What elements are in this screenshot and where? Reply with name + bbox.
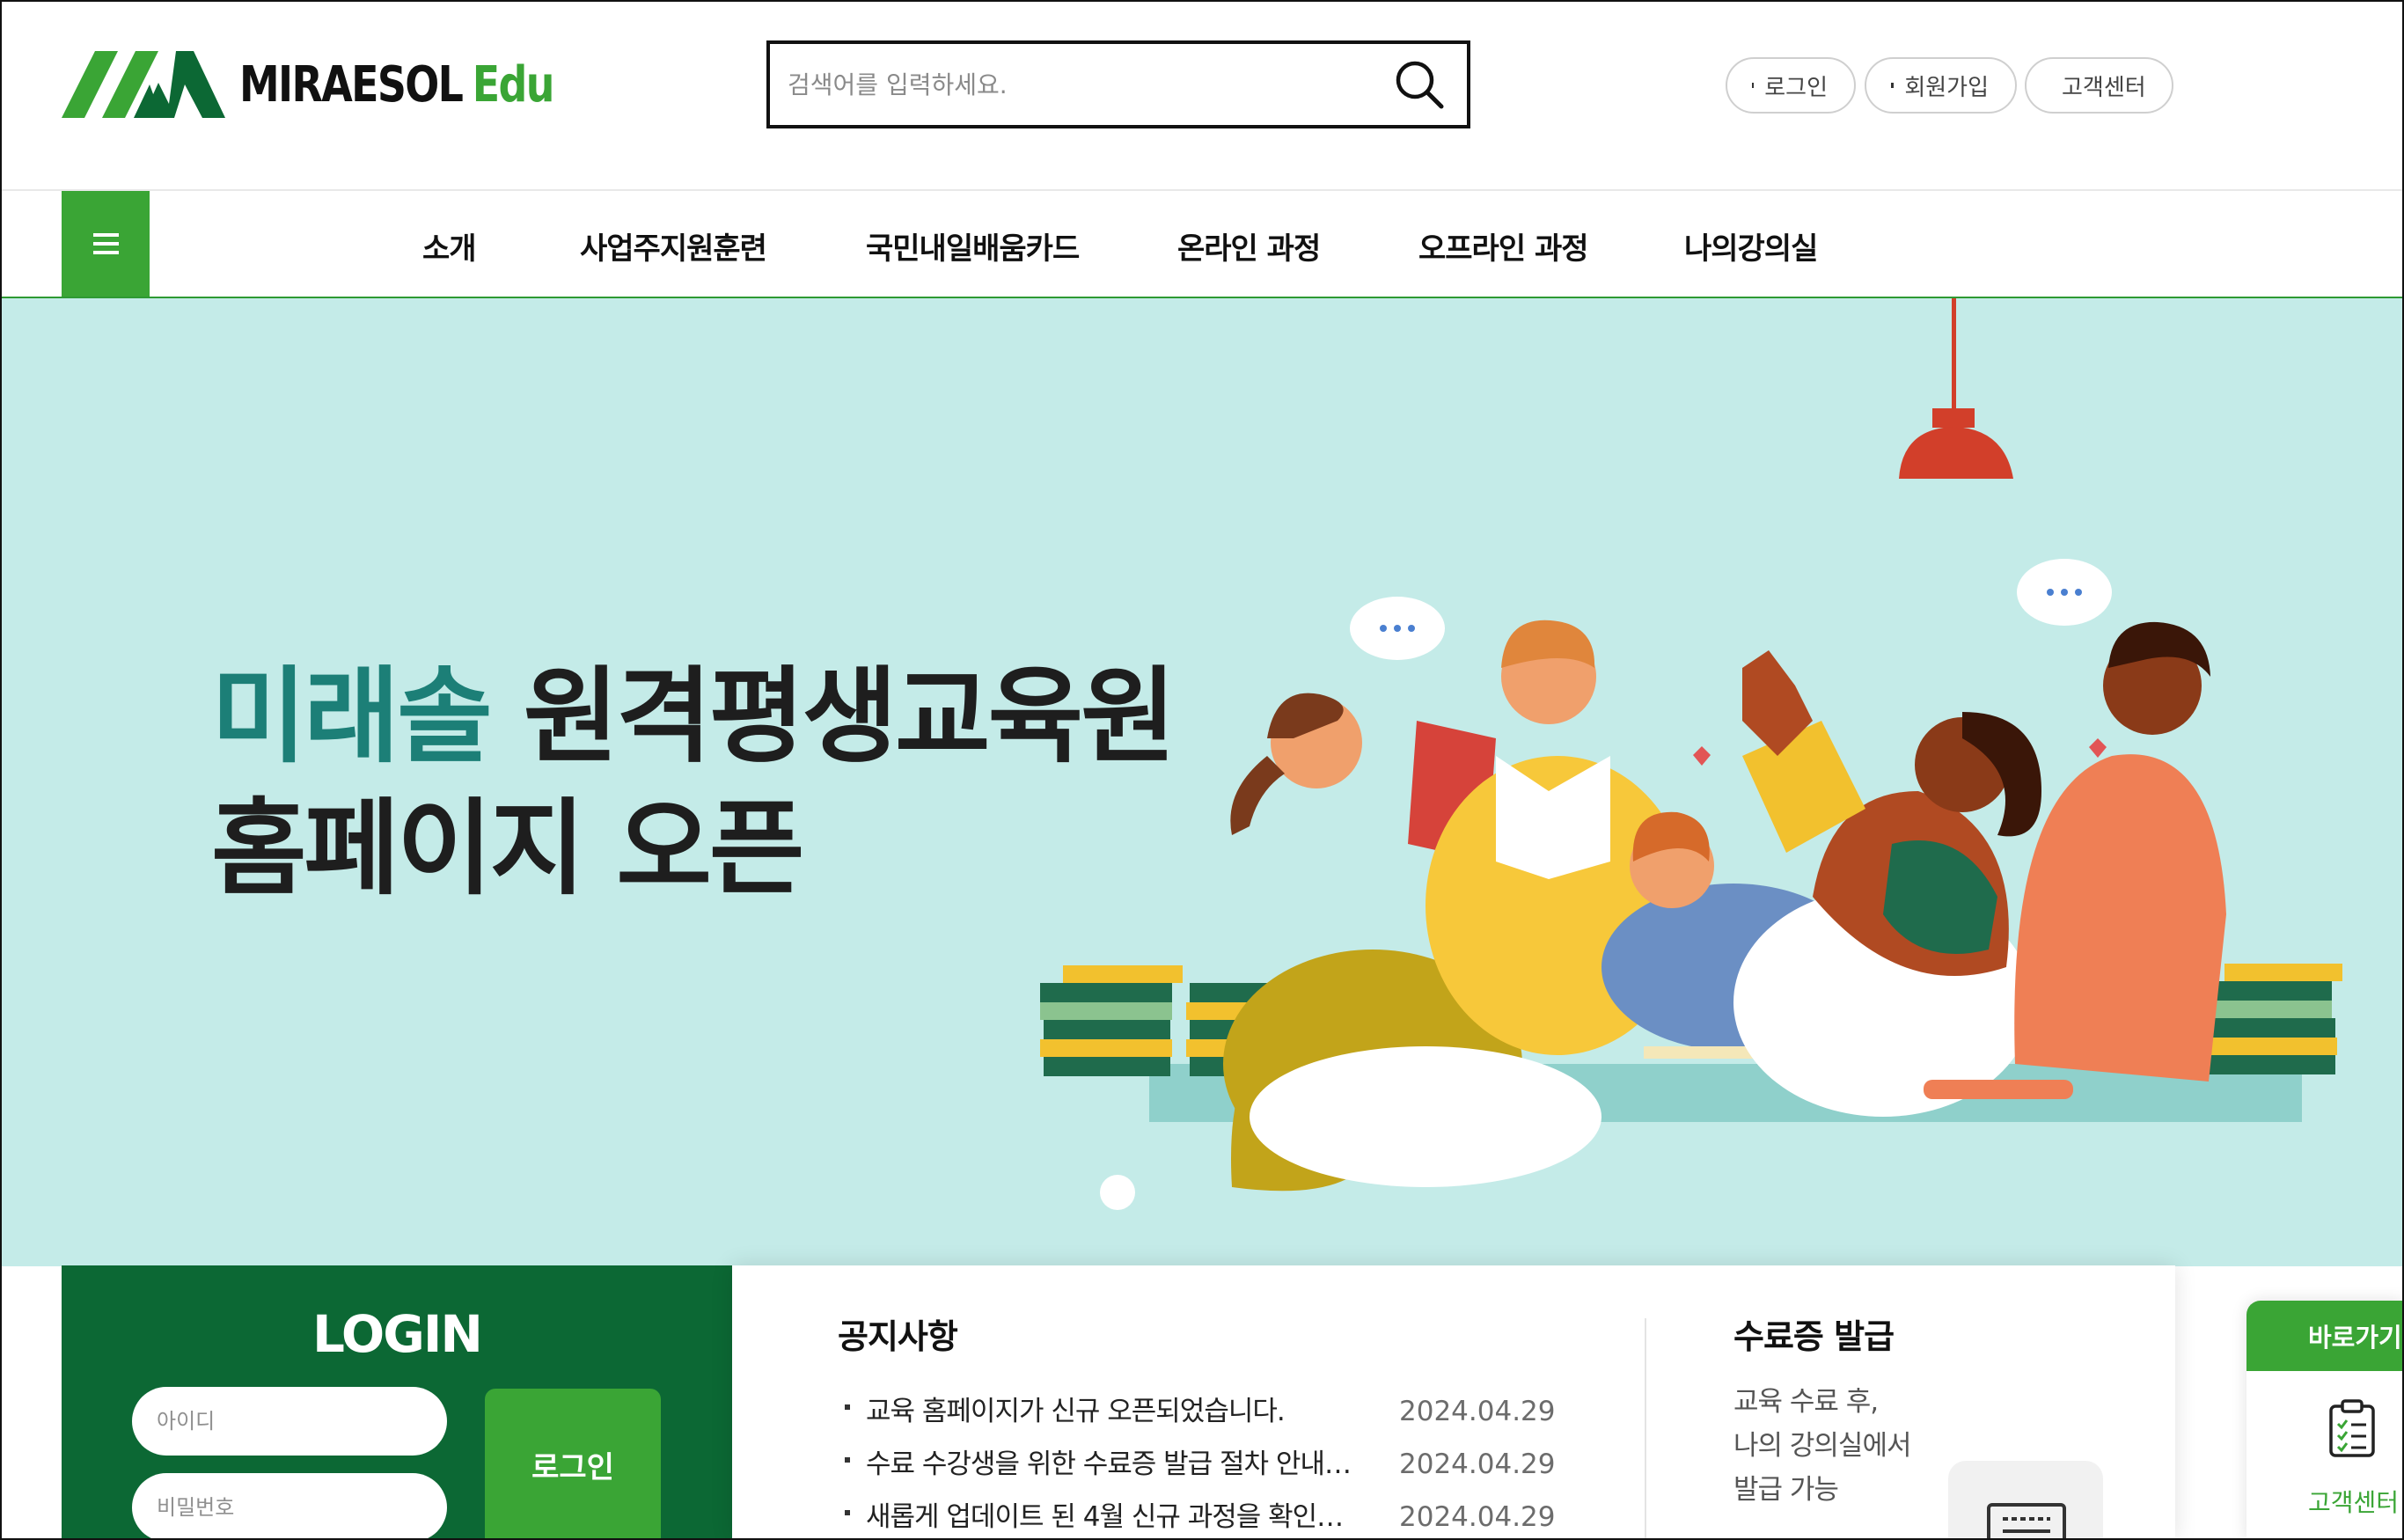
certificate-title: 수료증 발급: [1733, 1317, 1895, 1356]
nav-item-employer-training[interactable]: 사업주지원훈련: [580, 224, 767, 268]
bullet-icon: [845, 1510, 850, 1515]
nav-item-online-course[interactable]: 온라인 과정: [1177, 224, 1321, 268]
notice-item-title[interactable]: 수료 수강생을 위한 수료증 발급 절차 안내에 대한 공지: [866, 1441, 1367, 1481]
site-header: MIRAESOLEdu 로그인 회원가입 고객센터: [0, 0, 2404, 191]
notice-item-title[interactable]: 새롭게 업데이트 된 4월 신규 과정을 확인하세요: [866, 1494, 1367, 1534]
login-id-field[interactable]: [132, 1387, 447, 1456]
search-icon[interactable]: [1391, 56, 1448, 113]
nav-item-learning-card[interactable]: 국민내일배움카드: [866, 224, 1080, 268]
search-input[interactable]: [788, 44, 1368, 125]
header-login-link[interactable]: 로그인: [1726, 57, 1856, 114]
hero-title-line2: 홈페이지 오픈: [211, 788, 804, 909]
notice-item-date: 2024.04.29: [1399, 1448, 1556, 1480]
bullet-icon: [1891, 83, 1895, 88]
certificate-document-icon: [1987, 1503, 2066, 1540]
info-panel: 공지사항 교육 홈페이지가 신규 오픈되었습니다. 2024.04.29 수료 …: [732, 1265, 2175, 1540]
header-signup-link[interactable]: 회원가입: [1865, 57, 2017, 114]
header-login-label: 로그인: [1764, 74, 1828, 101]
search-box: [766, 40, 1470, 128]
logo-suffix: Edu: [472, 55, 555, 114]
section-divider: [1645, 1318, 1646, 1540]
nav-item-my-classroom[interactable]: 나의강의실: [1684, 224, 1818, 268]
hamburger-menu-icon[interactable]: [62, 191, 150, 297]
logo-text: MIRAESOL Edu: [239, 55, 555, 114]
notice-title: 공지사항: [838, 1317, 958, 1356]
notice-item-title[interactable]: 교육 홈페이지가 신규 오픈되었습니다.: [866, 1389, 1367, 1428]
login-submit-button[interactable]: 로그인: [485, 1389, 661, 1540]
bullet-icon: [845, 1404, 850, 1410]
certificate-icon[interactable]: [1948, 1461, 2103, 1540]
hero-title-line1: 원격평생교육원: [489, 656, 1176, 777]
slide-pager-dot[interactable]: [1100, 1175, 1135, 1210]
header-customer-center-link[interactable]: 고객센터: [2025, 57, 2173, 114]
header-signup-label: 회원가입: [1904, 74, 1989, 101]
logo-mark-icon: [62, 51, 225, 118]
hero-title-accent: 미래솔: [211, 656, 493, 777]
quick-links-title: 바로가기: [2246, 1301, 2404, 1371]
bullet-icon: [1752, 83, 1755, 88]
notice-item[interactable]: 새롭게 업데이트 된 4월 신규 과정을 확인하세요 2024.04.29: [838, 1494, 1586, 1540]
certificate-description: 교육 수료 후, 나의 강의실에서 발급 가능: [1733, 1380, 1911, 1512]
header-customer-center-label: 고객센터: [2062, 74, 2146, 101]
clipboard-checklist-icon[interactable]: [2327, 1399, 2377, 1457]
certificate-desc-line: 교육 수료 후,: [1733, 1386, 1879, 1418]
bullet-icon: [845, 1457, 850, 1463]
main-nav: 소개 사업주지원훈련 국민내일배움카드 온라인 과정 오프라인 과정 나의강의실: [0, 191, 2404, 298]
nav-item-intro[interactable]: 소개: [422, 224, 477, 268]
logo-brand: MIRAESOL: [239, 55, 464, 114]
site-logo[interactable]: MIRAESOL Edu: [62, 49, 622, 120]
certificate-desc-line: 나의 강의실에서: [1733, 1430, 1911, 1462]
login-password-field[interactable]: [132, 1473, 447, 1540]
quick-link-customer-center[interactable]: 고객센터: [2308, 1484, 2399, 1519]
quick-links: 바로가기 고객센터: [2246, 1301, 2404, 1540]
notice-list: 교육 홈페이지가 신규 오픈되었습니다. 2024.04.29 수료 수강생을 …: [838, 1389, 1586, 1540]
nav-item-offline-course[interactable]: 오프라인 과정: [1418, 224, 1589, 268]
notice-item[interactable]: 수료 수강생을 위한 수료증 발급 절차 안내에 대한 공지 2024.04.2…: [838, 1441, 1586, 1494]
login-title: LOGIN: [312, 1304, 483, 1364]
certificate-desc-line: 발급 가능: [1733, 1474, 1839, 1506]
hero-title: 미래솔 원격평생교육원 홈페이지 오픈: [211, 650, 1176, 914]
notice-item-date: 2024.04.29: [1399, 1501, 1556, 1533]
notice-item-date: 2024.04.29: [1399, 1396, 1556, 1427]
login-panel: LOGIN 로그인: [62, 1265, 732, 1540]
hero-banner[interactable]: 미래솔 원격평생교육원 홈페이지 오픈: [0, 298, 2404, 1266]
notice-item[interactable]: 교육 홈페이지가 신규 오픈되었습니다. 2024.04.29: [838, 1389, 1586, 1441]
